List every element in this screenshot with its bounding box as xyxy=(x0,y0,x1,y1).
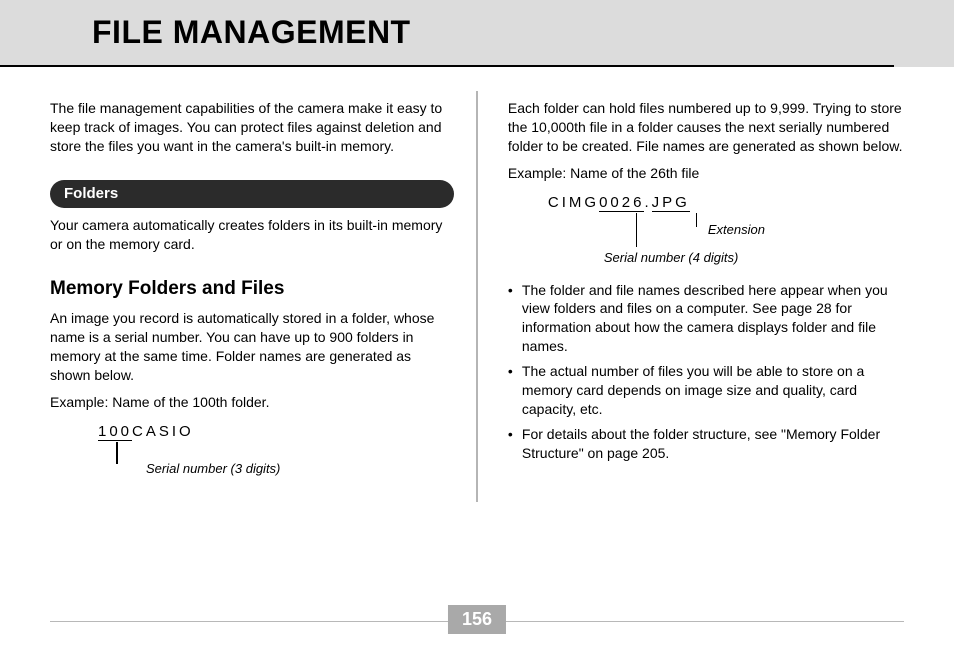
header-inner: FILE MANAGEMENT xyxy=(0,0,894,67)
file-prefix-part: CIMG xyxy=(548,194,599,211)
file-ext-label: Extension xyxy=(708,221,765,239)
notes-list: The folder and file names described here… xyxy=(508,281,904,463)
file-example-label: Example: Name of the 26th file xyxy=(508,164,904,183)
page-number: 156 xyxy=(448,605,506,634)
list-item: The folder and file names described here… xyxy=(508,281,904,357)
files-paragraph: Each folder can hold files numbered up t… xyxy=(508,99,904,156)
folder-name-diagram: 100CASIO Serial number (3 digits) xyxy=(98,422,454,502)
file-serial-part: 0026 xyxy=(599,194,644,212)
file-serial-label: Serial number (4 digits) xyxy=(604,249,738,267)
left-column: The file management capabilities of the … xyxy=(50,91,474,502)
callout-line xyxy=(116,442,118,464)
file-ext-part: JPG xyxy=(652,194,690,212)
intro-paragraph: The file management capabilities of the … xyxy=(50,99,454,156)
file-name-diagram: CIMG0026.JPG Extension Serial number (4 … xyxy=(548,193,904,273)
memory-subheading: Memory Folders and Files xyxy=(50,276,454,302)
folder-serial-part: 100 xyxy=(98,423,132,441)
folder-example-label: Example: Name of the 100th folder. xyxy=(50,393,454,412)
page-footer: 156 xyxy=(0,621,954,622)
column-divider xyxy=(476,91,478,502)
folder-serial-label: Serial number (3 digits) xyxy=(146,460,280,478)
folder-rest-part: CASIO xyxy=(132,423,194,440)
page-title: FILE MANAGEMENT xyxy=(92,14,411,50)
list-item: The actual number of files you will be a… xyxy=(508,362,904,419)
file-dot-part: . xyxy=(644,194,651,211)
folders-heading: Folders xyxy=(50,180,454,208)
callout-line-ext xyxy=(696,213,698,227)
header-bar: FILE MANAGEMENT xyxy=(0,0,954,67)
folders-paragraph: Your camera automatically creates folder… xyxy=(50,216,454,254)
content-area: The file management capabilities of the … xyxy=(0,67,954,502)
right-column: Each folder can hold files numbered up t… xyxy=(480,91,904,502)
list-item: For details about the folder structure, … xyxy=(508,425,904,463)
memory-paragraph: An image you record is automatically sto… xyxy=(50,309,454,385)
callout-line-serial xyxy=(636,213,638,247)
